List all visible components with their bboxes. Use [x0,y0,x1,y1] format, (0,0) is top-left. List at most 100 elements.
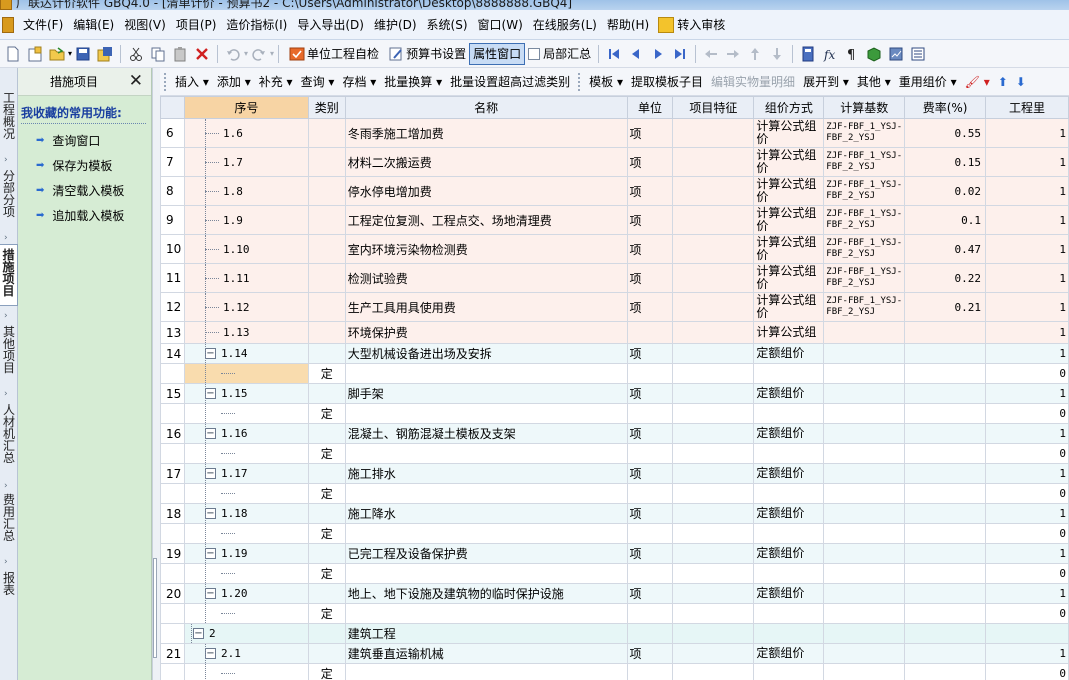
menu-help[interactable]: 帮助(H) [602,16,654,33]
pricing-method-cell[interactable]: 定额组价 [753,463,825,484]
unit-cell[interactable]: 项 [626,643,674,664]
menu-maintenance[interactable]: 维护(D) [369,16,422,33]
category-cell[interactable] [307,383,346,404]
seq-cell[interactable]: −2 [183,623,309,644]
paragraph-icon[interactable]: ¶ [844,46,860,62]
rate-cell[interactable]: 0.47 [904,234,987,264]
unit-cell[interactable]: 项 [626,423,674,444]
feature-cell[interactable] [672,423,755,444]
rate-cell[interactable] [904,603,987,624]
pricing-method-cell[interactable]: 定额组价 [753,503,825,524]
collapse-icon[interactable]: − [192,628,204,639]
table-row[interactable]: 定0 [160,363,1069,384]
pricing-method-cell[interactable] [753,603,825,624]
quantity-cell[interactable]: 1 [985,118,1069,148]
seq-cell[interactable] [183,443,309,464]
feature-cell[interactable] [672,443,755,464]
calc-basis-cell[interactable] [823,583,906,604]
calc-basis-cell[interactable] [823,483,906,504]
pricing-method-cell[interactable] [753,483,825,504]
menu-window[interactable]: 窗口(W) [473,16,528,33]
table-row[interactable]: 18−1.18 施工降水项定额组价 1 [160,503,1069,524]
feature-cell[interactable] [672,176,755,206]
copy-icon[interactable] [150,46,166,62]
category-cell[interactable] [307,503,346,524]
name-cell[interactable] [344,603,628,624]
quantity-cell[interactable]: 0 [985,403,1069,424]
tab-measures[interactable]: 措施项目 [0,244,18,306]
seq-cell[interactable]: 1.9 [183,205,309,235]
pricing-method-cell[interactable] [753,623,825,644]
category-cell[interactable]: 定 [307,403,346,424]
pricing-method-cell[interactable]: 定额组价 [753,543,825,564]
table-row[interactable]: 定0 [160,443,1069,464]
feature-cell[interactable] [672,543,755,564]
name-cell[interactable]: 建筑工程 [344,623,628,644]
category-cell[interactable] [307,583,346,604]
table-row[interactable]: 15−1.15 脚手架项定额组价 1 [160,383,1069,404]
unit-cell[interactable] [626,321,674,344]
table-row[interactable]: 定0 [160,523,1069,544]
budget-settings-button[interactable]: 预算书设置 [382,45,469,62]
rate-cell[interactable] [904,623,987,644]
header-seq[interactable]: 序号 [183,96,309,119]
calc-basis-cell[interactable] [823,363,906,384]
name-cell[interactable]: 施工降水 [344,503,628,524]
quantity-cell[interactable]: 1 [985,263,1069,293]
calc-basis-cell[interactable] [823,643,906,664]
header-quantity[interactable]: 工程里 [985,96,1069,119]
menu-online-service[interactable]: 在线服务(L) [528,16,602,33]
unit-cell[interactable]: 项 [626,147,674,177]
calc-basis-cell[interactable] [823,623,906,644]
rate-cell[interactable] [904,383,987,404]
category-cell[interactable] [307,292,346,322]
table-row[interactable]: 定0 [160,403,1069,424]
feature-cell[interactable] [672,563,755,584]
menu-cost-index[interactable]: 造价指标(I) [221,16,292,33]
pricing-method-cell[interactable]: 定额组价 [753,383,825,404]
name-cell[interactable]: 脚手架 [344,383,628,404]
feature-cell[interactable] [672,205,755,235]
table-row[interactable]: 定0 [160,483,1069,504]
splitter-handle[interactable] [153,558,157,658]
feature-cell[interactable] [672,147,755,177]
quantity-cell[interactable]: 1 [985,205,1069,235]
pricing-method-cell[interactable]: 计算公式组价 [753,147,825,177]
archive-button[interactable]: 存档 ▾ [338,73,380,90]
seq-cell[interactable]: 1.7 [183,147,309,177]
unit-cell[interactable]: 项 [626,234,674,264]
unit-cell[interactable]: 项 [626,176,674,206]
name-cell[interactable]: 室内环境污染物检测费 [344,234,628,264]
menu-view[interactable]: 视图(V) [119,16,171,33]
unit-cell[interactable]: 项 [626,292,674,322]
unit-cell[interactable]: 项 [626,543,674,564]
pricing-method-cell[interactable]: 计算公式组价 [753,292,825,322]
seq-cell[interactable]: 1.13 [183,321,309,344]
quantity-cell[interactable]: 1 [985,503,1069,524]
menu-import-export[interactable]: 导入导出(D) [292,16,369,33]
seq-cell[interactable] [183,363,309,384]
name-cell[interactable]: 冬雨季施工增加费 [344,118,628,148]
table-row[interactable]: 12 1.12 生产工具用具使用费项 计算公式组价 ZJF-FBF_1_YSJ-FBF_… [160,292,1069,322]
category-cell[interactable] [307,321,346,344]
pricing-method-cell[interactable]: 定额组价 [753,643,825,664]
feature-cell[interactable] [672,663,755,680]
calc-basis-cell[interactable] [823,603,906,624]
seq-cell[interactable] [183,523,309,544]
quantity-cell[interactable]: 1 [985,147,1069,177]
name-cell[interactable]: 地上、地下设施及建筑物的临时保护设施 [344,583,628,604]
feature-cell[interactable] [672,343,755,364]
unit-cell[interactable]: 项 [626,343,674,364]
rate-cell[interactable] [904,523,987,544]
name-cell[interactable] [344,403,628,424]
feature-cell[interactable] [672,118,755,148]
quantity-cell[interactable]: 0 [985,483,1069,504]
header-category[interactable]: 类别 [307,96,346,119]
collapse-icon[interactable]: − [204,428,216,439]
calc-basis-cell[interactable] [823,563,906,584]
property-window-button[interactable]: 属性窗口 [469,42,526,65]
category-cell[interactable] [307,423,346,444]
menu-file[interactable]: 文件(F) [18,16,68,33]
feature-cell[interactable] [672,403,755,424]
redo-icon[interactable] [251,46,267,62]
